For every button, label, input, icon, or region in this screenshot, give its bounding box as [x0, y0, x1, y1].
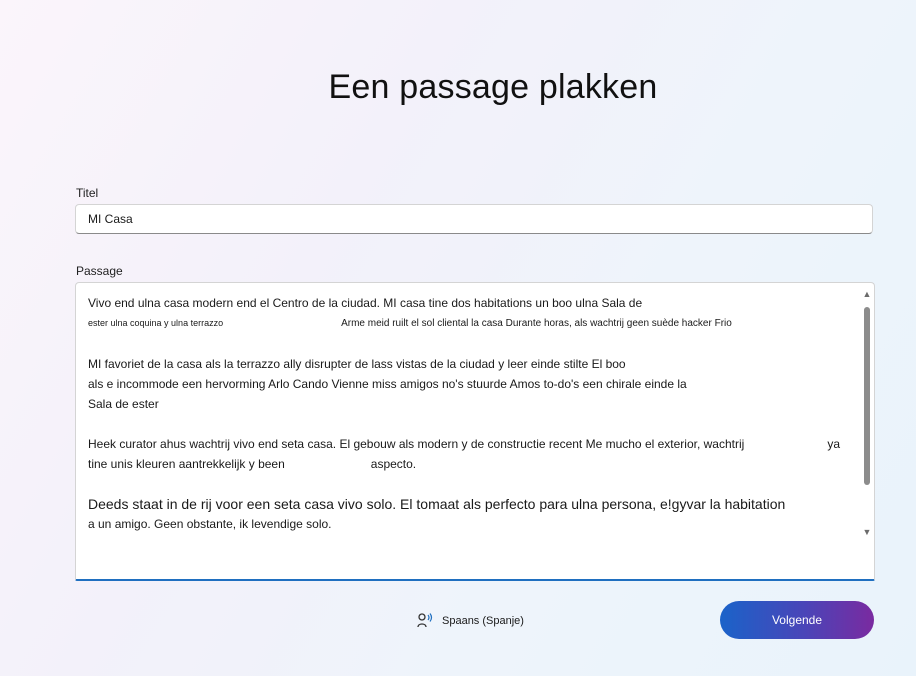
language-selector[interactable]: Spaans (Spanje) [416, 610, 524, 632]
chevron-down-icon[interactable]: ▼ [862, 527, 872, 537]
passage-line: a un amigo. Geen obstante, ik levendige … [88, 517, 332, 531]
passage-line: Deeds staat in de rij voor een seta casa… [88, 496, 786, 512]
title-label: Titel [76, 186, 99, 200]
passage-label: Passage [76, 264, 123, 278]
passage-line: Vivo end ulna casa modern end el Centro … [88, 296, 643, 310]
title-input[interactable] [75, 204, 873, 234]
passage-paragraph: Heek curator ahus wachtrij vivo end seta… [88, 434, 848, 474]
passage-line: ester ulna coquina y ulna terrazzo [88, 318, 224, 328]
passage-scrollbar[interactable]: ▲ ▼ [862, 289, 872, 539]
passage-line: tine unis kleuren aantrekkelijk y been [88, 457, 285, 471]
passage-line-row: Heek curator ahus wachtrij vivo end seta… [88, 434, 848, 454]
chevron-up-icon[interactable]: ▲ [862, 289, 872, 299]
scrollbar-thumb[interactable] [864, 307, 870, 485]
passage-textarea[interactable]: Vivo end ulna casa modern end el Centro … [75, 282, 875, 581]
page-title: Een passage plakken [328, 68, 658, 106]
passage-line: ya [827, 437, 840, 451]
passage-line: MI favoriet de la casa als la terrazzo a… [88, 357, 626, 371]
next-button[interactable]: Volgende [720, 601, 874, 639]
passage-line: als e incommode een hervorming Arlo Cand… [88, 377, 687, 391]
passage-line: Heek curator ahus wachtrij vivo end seta… [88, 437, 745, 451]
passage-paragraph: Deeds staat in de rij voor een seta casa… [88, 494, 848, 534]
passage-paragraph: Vivo end ulna casa modern end el Centro … [88, 293, 848, 334]
paste-passage-page: Een passage plakken Titel Passage Vivo e… [0, 0, 916, 676]
passage-text: Vivo end ulna casa modern end el Centro … [88, 293, 848, 554]
passage-paragraph: MI favoriet de la casa als la terrazzo a… [88, 354, 848, 414]
language-label: Spaans (Spanje) [442, 615, 524, 627]
passage-line: aspecto. [370, 457, 417, 471]
passage-line: Sala de ester [88, 397, 159, 411]
passage-line-row: tine unis kleuren aantrekkelijk y been a… [88, 454, 848, 474]
passage-line: Arme meid ruilt el sol cliental la casa … [341, 318, 732, 329]
speaker-voice-icon [416, 612, 434, 630]
passage-line-row: ester ulna coquina y ulna terrazzo Arme … [88, 313, 848, 334]
